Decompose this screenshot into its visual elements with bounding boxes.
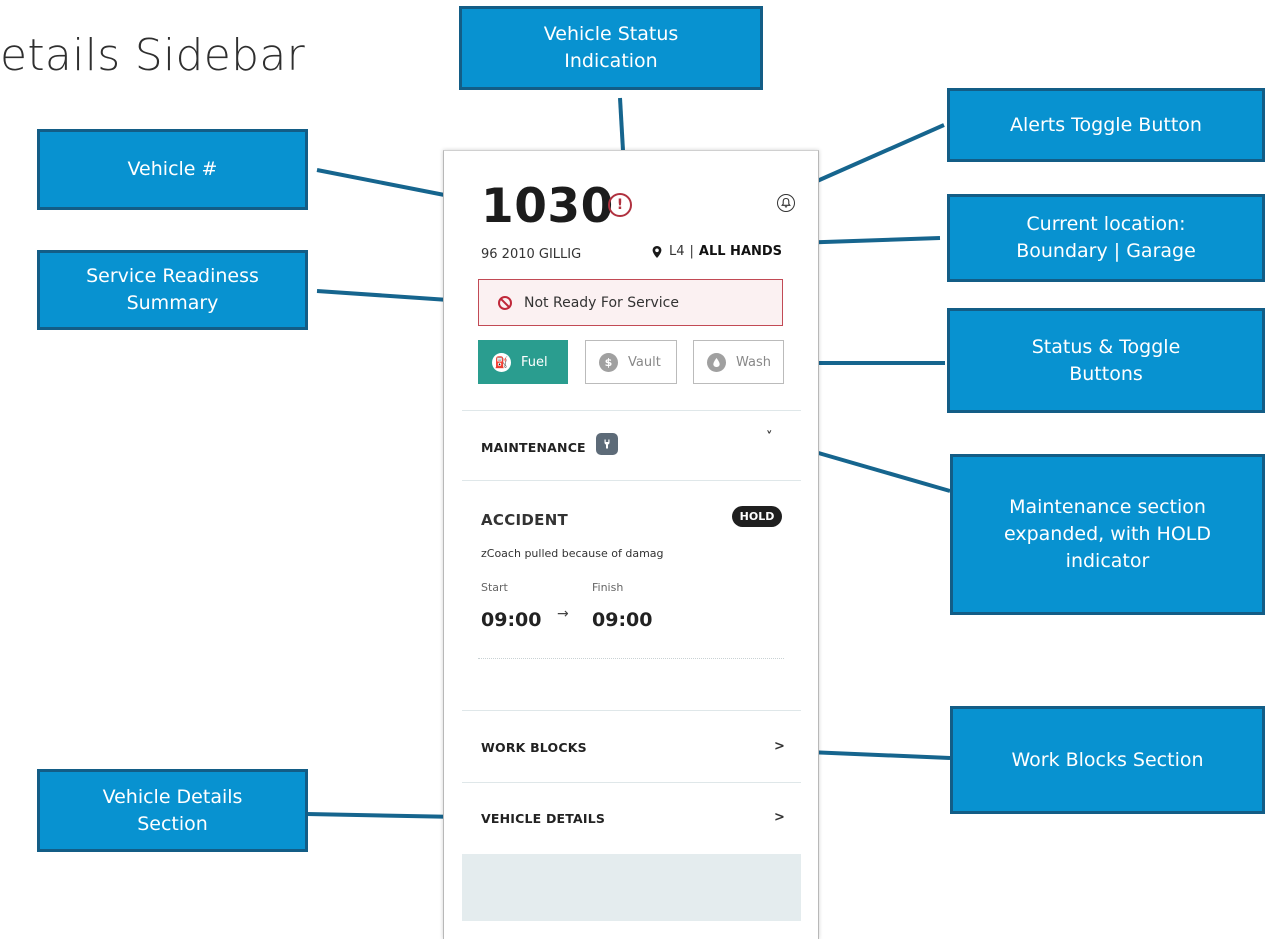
finish-time: 09:00 <box>592 609 653 631</box>
divider <box>462 480 801 481</box>
vault-toggle-button[interactable]: $ Vault <box>585 340 677 384</box>
readiness-text: Not Ready For Service <box>524 294 679 311</box>
work-blocks-section-header[interactable]: WORK BLOCKS <box>481 740 587 755</box>
location-separator: | <box>689 244 694 259</box>
wash-label: Wash <box>736 354 772 370</box>
vehicle-model: 96 2010 GILLIG <box>481 247 582 262</box>
callout-vehicle-number: Vehicle # <box>37 129 308 210</box>
location-garage: ALL HANDS <box>698 244 783 259</box>
prohibited-icon <box>498 295 512 310</box>
water-drop-icon <box>707 352 726 372</box>
wrench-icon <box>596 433 618 455</box>
arrow-right-icon: → <box>557 606 569 622</box>
divider <box>462 782 801 783</box>
maintenance-item-description: zCoach pulled because of damag <box>481 547 664 560</box>
vehicle-details-sidebar: 1030 ! 96 2010 GILLIG L4 | ALL HANDS Not… <box>443 150 819 939</box>
location-pin-icon <box>652 245 662 258</box>
alerts-toggle-button[interactable] <box>777 194 795 212</box>
dotted-divider <box>478 658 784 659</box>
dollar-icon: $ <box>599 352 618 372</box>
connector-vehicle-details <box>306 812 461 819</box>
vehicle-number: 1030 <box>481 179 614 234</box>
divider <box>462 710 801 711</box>
callout-maintenance: Maintenance section expanded, with HOLD … <box>950 454 1265 615</box>
vehicle-details-section-header[interactable]: VEHICLE DETAILS <box>481 811 605 826</box>
callout-status-toggle: Status & Toggle Buttons <box>947 308 1265 413</box>
connector-work-blocks <box>807 750 951 760</box>
maintenance-chevron-down-icon[interactable]: ˅ <box>766 430 773 445</box>
wash-toggle-button[interactable]: Wash <box>693 340 784 384</box>
fuel-icon: ⛽ <box>492 352 511 372</box>
maintenance-item-title: ACCIDENT <box>481 511 569 529</box>
start-label: Start <box>481 581 508 594</box>
connector-maintenance <box>814 450 951 493</box>
sidebar-footer <box>462 854 801 921</box>
bell-icon <box>781 197 791 208</box>
fuel-toggle-button[interactable]: ⛽ Fuel <box>478 340 568 384</box>
vehicle-details-chevron-right-icon[interactable]: > <box>774 810 785 825</box>
callout-vehicle-details: Vehicle Details Section <box>37 769 308 852</box>
callout-vehicle-status: Vehicle Status Indication <box>459 6 763 90</box>
current-location: L4 | ALL HANDS <box>650 244 782 259</box>
finish-label: Finish <box>592 581 624 594</box>
callout-service-readiness: Service Readiness Summary <box>37 250 308 330</box>
vault-label: Vault <box>628 354 661 370</box>
hold-badge: HOLD <box>732 506 782 527</box>
slide-title: etails Sidebar <box>0 30 305 81</box>
vehicle-status-alert-icon: ! <box>608 193 632 217</box>
location-boundary: L4 <box>669 244 685 259</box>
callout-current-location: Current location: Boundary | Garage <box>947 194 1265 282</box>
service-readiness-summary: Not Ready For Service <box>478 279 783 326</box>
maintenance-section-header[interactable]: MAINTENANCE <box>481 440 586 455</box>
fuel-label: Fuel <box>521 354 548 370</box>
work-blocks-chevron-right-icon[interactable]: > <box>774 739 785 754</box>
divider <box>462 410 801 411</box>
callout-work-blocks: Work Blocks Section <box>950 706 1265 814</box>
start-time: 09:00 <box>481 609 542 631</box>
callout-alerts-toggle: Alerts Toggle Button <box>947 88 1265 162</box>
